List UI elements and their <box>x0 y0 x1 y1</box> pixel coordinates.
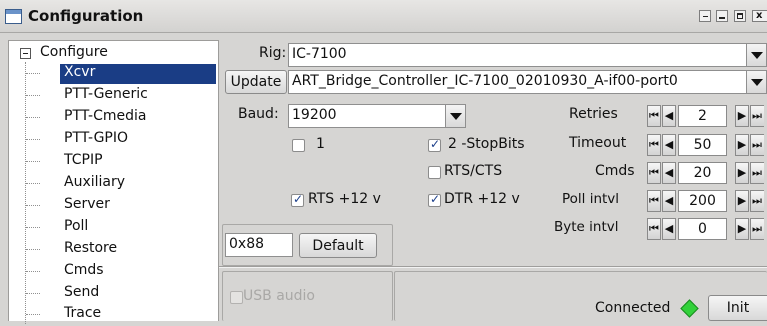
retries-value[interactable]: 2 <box>678 105 727 127</box>
byte-intvl-value[interactable]: 0 <box>678 218 727 240</box>
civ-address-field[interactable]: 0x88 <box>225 233 293 257</box>
poll-intvl-prev-button[interactable]: ◀ <box>662 190 676 212</box>
tree-item-server[interactable]: Server <box>26 195 218 217</box>
port-select[interactable]: ART_Bridge_Controller_IC-7100_02010930_A… <box>288 70 767 94</box>
rtscts-label: RTS/CTS <box>444 163 503 179</box>
title-bar[interactable]: Configuration x <box>0 0 767 33</box>
cmds-next-button[interactable]: ▶ <box>735 162 749 184</box>
tree-item-ptt-gpio[interactable]: PTT-GPIO <box>26 129 218 151</box>
usb-audio-checkbox[interactable] <box>230 291 243 304</box>
byte-intvl-label: Byte intvl <box>554 219 619 235</box>
tree-item-ptt-cmedia[interactable]: PTT-Cmedia <box>26 107 218 129</box>
timeout-prev-button[interactable]: ◀ <box>662 134 676 156</box>
rts-12v-checkbox[interactable] <box>291 192 304 207</box>
rtscts-checkbox[interactable] <box>428 166 441 179</box>
tree-guide-line <box>25 62 26 324</box>
cmds-value[interactable]: 20 <box>678 162 727 184</box>
tree-item-cmds[interactable]: Cmds <box>26 261 218 283</box>
retries-next-button[interactable]: ▶ <box>735 105 749 127</box>
xcvr-settings-panel: Rig: IC-7100 Update ART_Bridge_Controlle… <box>219 40 767 321</box>
timeout-first-button[interactable]: ⏮ <box>647 134 661 156</box>
chevron-down-icon[interactable] <box>746 44 766 66</box>
default-button[interactable]: Default <box>299 233 377 258</box>
stopbits-1-checkbox[interactable] <box>292 139 305 152</box>
tree-item-auxiliary[interactable]: Auxiliary <box>26 173 218 195</box>
window-title: Configuration <box>28 7 144 25</box>
init-button[interactable]: Init <box>708 295 767 321</box>
chevron-down-icon[interactable] <box>746 71 766 93</box>
byte-intvl-first-button[interactable]: ⏮ <box>647 218 661 240</box>
stopbits-1-label: 1 <box>316 136 325 152</box>
retries-last-button[interactable]: ⏭ <box>750 105 764 127</box>
tree-item-label: Trace <box>64 305 102 321</box>
close-button[interactable]: x <box>752 10 767 22</box>
port-value: ART_Bridge_Controller_IC-7100_02010930_A… <box>292 73 678 89</box>
update-button[interactable]: Update <box>225 70 287 94</box>
cmds-label: Cmds <box>595 163 635 179</box>
rig-select[interactable]: IC-7100 <box>288 43 767 67</box>
baud-label: Baud: <box>238 106 279 122</box>
cmds-last-button[interactable]: ⏭ <box>750 162 764 184</box>
baud-value: 19200 <box>292 107 337 123</box>
tree-item-label: Cmds <box>64 262 104 278</box>
tree-item-label: TCPIP <box>64 152 103 168</box>
tree-root-configure[interactable]: Configure <box>40 44 108 60</box>
tree-item-label: PTT-Generic <box>64 86 148 102</box>
poll-intvl-last-button[interactable]: ⏭ <box>750 190 764 212</box>
tree-item-label: Xcvr <box>60 64 216 84</box>
tree-item-xcvr[interactable]: Xcvr <box>26 63 218 85</box>
tree-item-label: PTT-GPIO <box>64 130 129 146</box>
tree-item-label: Restore <box>64 240 118 256</box>
minimize-button[interactable] <box>699 10 711 22</box>
chevron-down-icon[interactable] <box>445 105 465 127</box>
timeout-value[interactable]: 50 <box>678 134 727 156</box>
timeout-next-button[interactable]: ▶ <box>735 134 749 156</box>
stopbits-2-checkbox[interactable] <box>428 137 441 152</box>
tree-item-label: Poll <box>64 218 89 234</box>
restore-button[interactable] <box>716 10 728 22</box>
retries-prev-button[interactable]: ◀ <box>662 105 676 127</box>
poll-intvl-first-button[interactable]: ⏮ <box>647 190 661 212</box>
usb-audio-label: USB audio <box>243 288 315 304</box>
poll-intvl-value[interactable]: 200 <box>678 190 727 212</box>
tree-item-send[interactable]: Send <box>26 283 218 305</box>
retries-first-button[interactable]: ⏮ <box>647 105 661 127</box>
tree-item-ptt-generic[interactable]: PTT-Generic <box>26 85 218 107</box>
byte-intvl-prev-button[interactable]: ◀ <box>662 218 676 240</box>
tree-item-label: Auxiliary <box>64 174 126 190</box>
timeout-last-button[interactable]: ⏭ <box>750 134 764 156</box>
baud-select[interactable]: 19200 <box>288 104 466 128</box>
config-tree[interactable]: Configure Xcvr PTT-Generic PTT-Cmedia PT… <box>8 40 219 324</box>
tree-item-poll[interactable]: Poll <box>26 217 218 239</box>
tree-item-restore[interactable]: Restore <box>26 239 218 261</box>
rig-label: Rig: <box>259 45 287 61</box>
cmds-first-button[interactable]: ⏮ <box>647 162 661 184</box>
connected-label: Connected <box>595 300 671 316</box>
maximize-button[interactable] <box>734 10 746 22</box>
tree-item-label: PTT-Cmedia <box>64 108 147 124</box>
timeout-label: Timeout <box>569 135 627 151</box>
poll-intvl-next-button[interactable]: ▶ <box>735 190 749 212</box>
tree-item-label: Server <box>64 196 110 212</box>
poll-intvl-label: Poll intvl <box>562 191 620 207</box>
dtr-12v-label: DTR +12 v <box>444 191 520 207</box>
dtr-12v-checkbox[interactable] <box>428 192 441 207</box>
section-divider <box>219 266 767 268</box>
rig-value: IC-7100 <box>292 46 347 62</box>
retries-label: Retries <box>569 106 618 122</box>
tree-item-label: Send <box>64 284 100 300</box>
tree-item-tcpip[interactable]: TCPIP <box>26 151 218 173</box>
byte-intvl-next-button[interactable]: ▶ <box>735 218 749 240</box>
byte-intvl-last-button[interactable]: ⏭ <box>750 218 764 240</box>
rts-12v-label: RTS +12 v <box>308 191 381 207</box>
collapse-icon[interactable] <box>20 48 31 59</box>
config-window-icon <box>5 9 22 24</box>
tree-item-trace[interactable]: Trace <box>26 304 218 326</box>
stopbits-2-label: 2 -StopBits <box>448 136 525 152</box>
cmds-prev-button[interactable]: ◀ <box>662 162 676 184</box>
